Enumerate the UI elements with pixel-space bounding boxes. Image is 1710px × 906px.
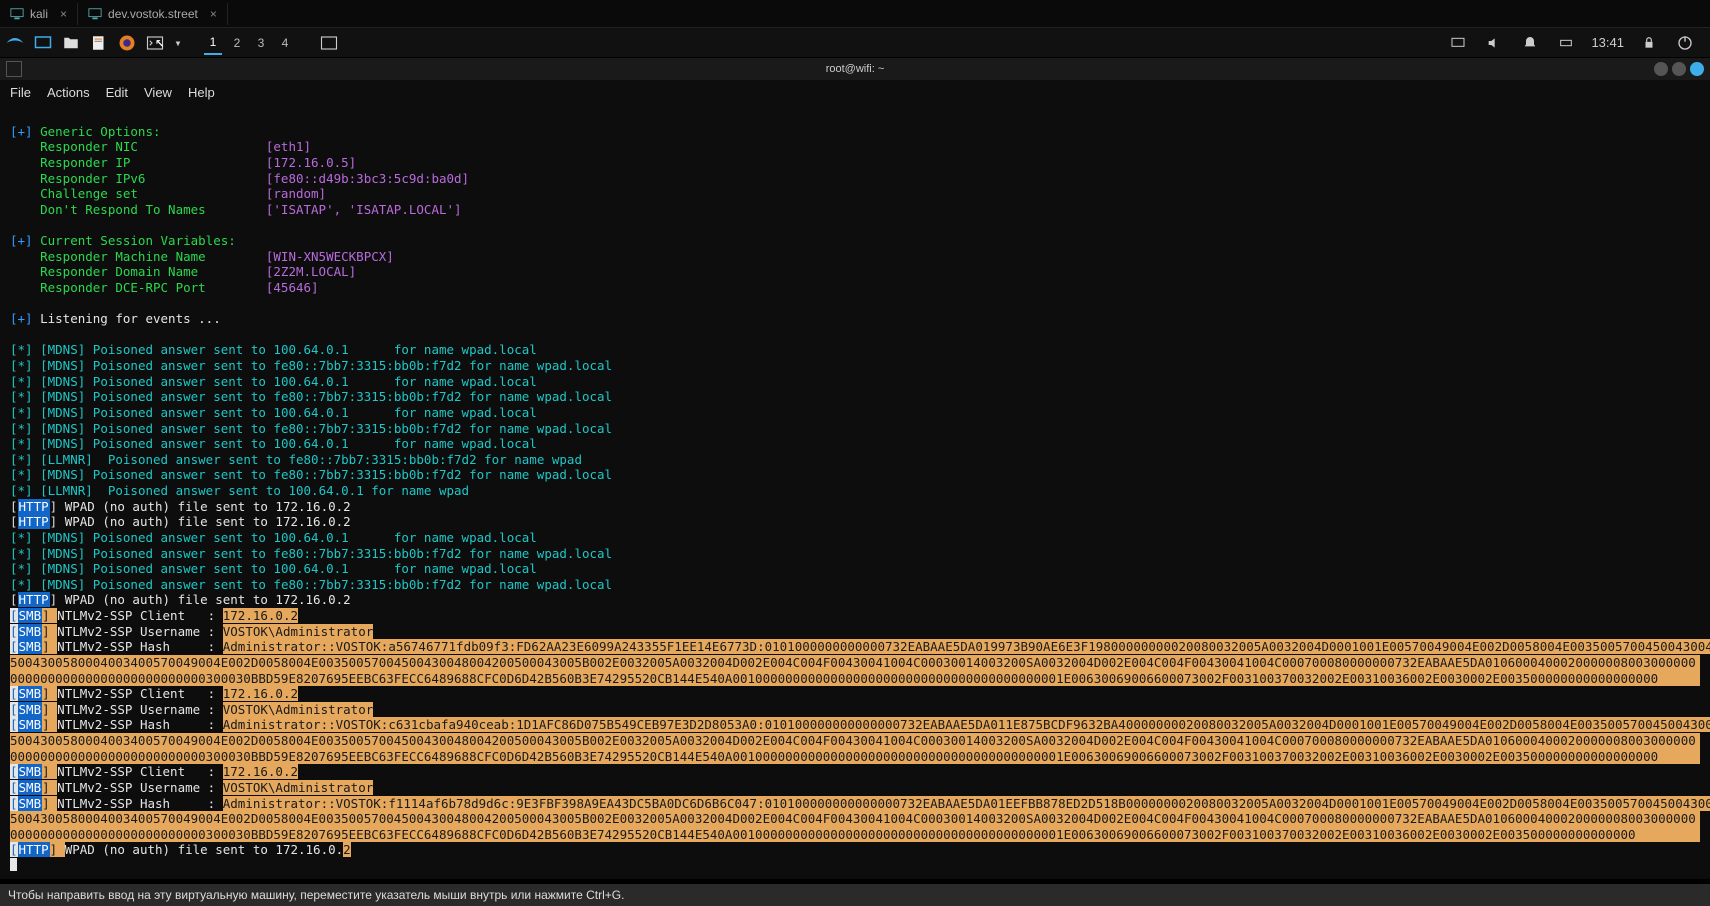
vm-status-text: Чтобы направить ввод на эту виртуальную … [8,888,624,902]
menu-actions[interactable]: Actions [47,85,90,100]
monitor-icon [10,7,24,21]
power-icon[interactable] [1674,32,1696,54]
workspace-4[interactable]: 4 [276,31,294,55]
terminal-icon [6,61,22,77]
desktop-taskbar: ▾ 1 2 3 4 13:41 [0,28,1710,58]
dropdown-icon[interactable]: ▾ [172,32,184,54]
close-icon[interactable]: × [54,7,67,21]
kali-menu-icon[interactable] [4,32,26,54]
close-icon[interactable]: × [204,7,217,21]
show-desktop-icon[interactable] [32,32,54,54]
taskbar-terminal-window-icon[interactable] [318,32,340,54]
text-editor-icon[interactable] [88,32,110,54]
menu-file[interactable]: File [10,85,31,100]
menu-edit[interactable]: Edit [106,85,128,100]
display-icon[interactable] [1447,32,1469,54]
vm-tab-bar: kali × dev.vostok.street × [0,0,1710,28]
terminal-menubar: File Actions Edit View Help [0,80,1710,104]
vm-tab-label: kali [30,7,48,21]
vm-tab-kali[interactable]: kali × [0,3,78,25]
terminal-window: root@wifi: ~ File Actions Edit View Help… [0,58,1710,879]
workspace-1[interactable]: 1 [204,31,222,55]
workspace-2[interactable]: 2 [228,31,246,55]
lock-icon[interactable] [1638,32,1660,54]
monitor-icon [88,7,102,21]
clock[interactable]: 13:41 [1591,35,1624,50]
menu-view[interactable]: View [144,85,172,100]
menu-help[interactable]: Help [188,85,215,100]
notifications-icon[interactable] [1519,32,1541,54]
maximize-button[interactable] [1672,62,1686,76]
vm-status-bar: Чтобы направить ввод на эту виртуальную … [0,884,1710,906]
terminal-content[interactable]: [+] Generic Options: Responder NIC [eth1… [0,104,1710,879]
volume-icon[interactable] [1483,32,1505,54]
workspace-3[interactable]: 3 [252,31,270,55]
terminal-title: root@wifi: ~ [826,63,885,75]
files-icon[interactable] [60,32,82,54]
terminal-icon[interactable] [144,32,166,54]
network-icon[interactable] [1555,32,1577,54]
minimize-button[interactable] [1654,62,1668,76]
vm-tab-label: dev.vostok.street [108,7,198,21]
firefox-icon[interactable] [116,32,138,54]
close-button[interactable] [1690,62,1704,76]
vm-tab-dev-vostok[interactable]: dev.vostok.street × [78,3,228,25]
terminal-titlebar[interactable]: root@wifi: ~ [0,58,1710,80]
